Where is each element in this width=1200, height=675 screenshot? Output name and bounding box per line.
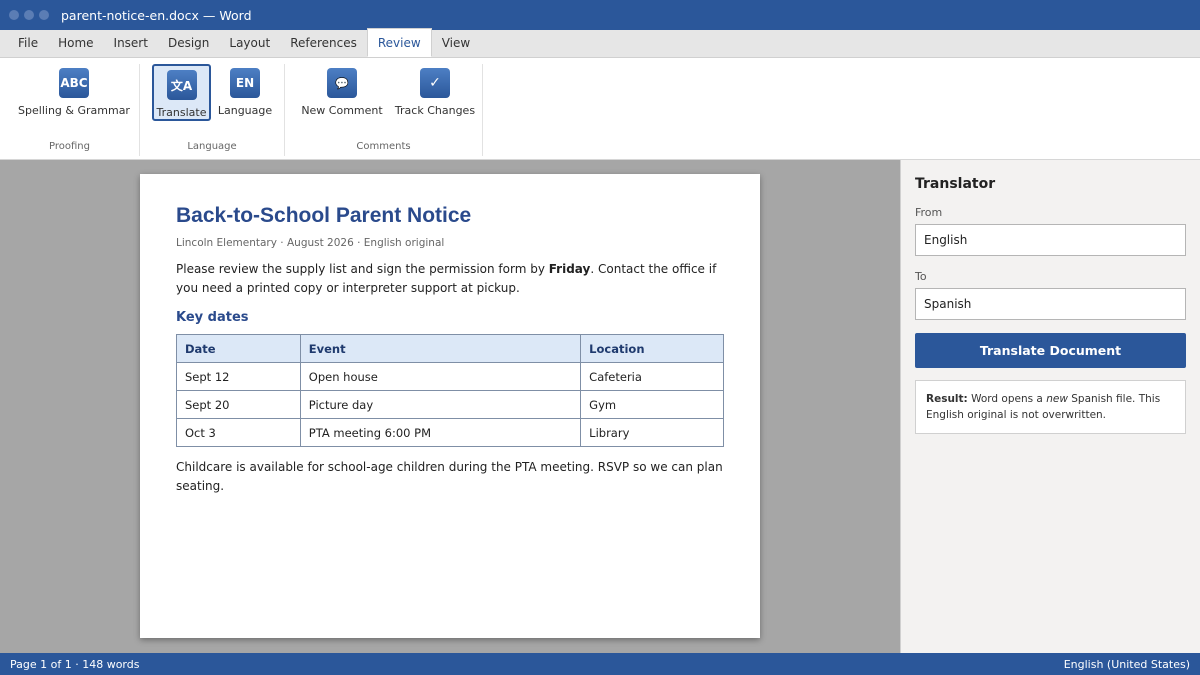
maximize-window-dot[interactable] (39, 10, 49, 20)
table-row: Oct 3 PTA meeting 6:00 PM Library (176, 418, 724, 447)
result-label: Result: (926, 393, 968, 405)
language-group: 文A Translate EN Language Language (140, 64, 285, 156)
to-language-input[interactable] (915, 288, 1186, 320)
language-label: Language (217, 104, 273, 117)
language-group-label: Language (187, 141, 237, 152)
result-emphasis: new (1046, 393, 1068, 405)
table-row: Sept 12 Open house Cafeteria (176, 362, 724, 391)
tab-view[interactable]: View (432, 29, 480, 57)
tab-file[interactable]: File (8, 29, 48, 57)
translate-button[interactable]: 文A Translate (152, 64, 211, 121)
result-text-start: Word opens a (967, 393, 1047, 405)
ribbon-tabs: File Home Insert Design Layout Reference… (0, 28, 1200, 58)
document-title: Back-to-School Parent Notice (176, 204, 472, 227)
comments-group: 💬 New Comment ✓ Track Changes Comments (285, 64, 483, 156)
window-controls[interactable] (9, 10, 49, 20)
header-location: Location (580, 334, 724, 363)
status-bar: Page 1 of 1 · 148 words English (United … (0, 653, 1200, 675)
from-language-input[interactable] (915, 224, 1186, 256)
proofing-group: ABC Spelling & Grammar Proofing (0, 64, 140, 156)
table-cell: PTA meeting 6:00 PM (299, 418, 582, 447)
new-comment-label: New Comment (301, 104, 383, 117)
table-cell: Oct 3 (176, 418, 301, 447)
tab-review[interactable]: Review (366, 28, 432, 57)
close-window-dot[interactable] (9, 10, 19, 20)
translator-pane: Translator From To Translate Document Re… (900, 160, 1200, 653)
table-header-row: Date Event Location (176, 334, 724, 363)
table-cell: Cafeteria (580, 362, 724, 391)
to-label: To (915, 270, 927, 283)
track-changes-button[interactable]: ✓ Track Changes (393, 64, 477, 117)
from-label: From (915, 206, 943, 219)
key-dates-table: Date Event Location Sept 12 Open house C… (176, 334, 724, 447)
comments-group-label: Comments (356, 141, 411, 152)
translate-label: Translate (156, 106, 207, 119)
track-changes-label: Track Changes (394, 104, 476, 117)
header-date: Date (176, 334, 301, 363)
spelling-grammar-label: Spelling & Grammar (18, 104, 130, 117)
spelling-icon: ABC (59, 68, 89, 98)
translate-document-button[interactable]: Translate Document (915, 333, 1186, 368)
proofing-group-label: Proofing (49, 141, 90, 152)
language-icon: EN (230, 68, 260, 98)
new-comment-button[interactable]: 💬 New Comment (301, 64, 383, 117)
table-cell: Open house (299, 362, 582, 391)
tab-layout[interactable]: Layout (219, 29, 280, 57)
intro-paragraph: Please review the supply list and sign t… (176, 260, 724, 298)
table-cell: Picture day (299, 390, 582, 419)
result-note: Result: Word opens a new Spanish file. T… (915, 380, 1186, 434)
comment-icon: 💬 (327, 68, 357, 98)
translate-icon: 文A (166, 70, 197, 100)
table-cell: Gym (580, 390, 724, 419)
deadline-day: Friday (548, 262, 591, 276)
tab-design[interactable]: Design (158, 29, 219, 57)
tab-references[interactable]: References (280, 29, 367, 57)
tab-home[interactable]: Home (48, 29, 103, 57)
intro-text-start: Please review the supply list and sign t… (176, 262, 549, 276)
title-bar: parent-notice-en.docx — Word (0, 0, 1200, 30)
table-cell: Library (580, 418, 724, 447)
table-cell: Sept 12 (176, 362, 301, 391)
checkmark-icon: ✓ (420, 68, 450, 98)
document-meta: Lincoln Elementary · August 2026 · Engli… (176, 237, 445, 249)
spelling-grammar-button[interactable]: ABC Spelling & Grammar (18, 64, 130, 117)
window-title: parent-notice-en.docx — Word (61, 7, 252, 23)
language-button[interactable]: EN Language (218, 64, 272, 117)
document-workspace[interactable]: Back-to-School Parent Notice Lincoln Ele… (0, 160, 900, 653)
childcare-paragraph: Childcare is available for school-age ch… (176, 460, 723, 493)
tab-insert[interactable]: Insert (104, 29, 158, 57)
header-event: Event (299, 334, 582, 363)
table-row: Sept 20 Picture day Gym (176, 390, 724, 419)
minimize-window-dot[interactable] (24, 10, 34, 20)
key-dates-heading: Key dates (176, 310, 249, 325)
translator-title: Translator (915, 176, 996, 192)
word-count-status[interactable]: Page 1 of 1 · 148 words (10, 658, 139, 671)
document-page[interactable]: Back-to-School Parent Notice Lincoln Ele… (140, 174, 760, 638)
table-cell: Sept 20 (176, 390, 301, 419)
ribbon: ABC Spelling & Grammar Proofing 文A Trans… (0, 58, 1200, 160)
language-status[interactable]: English (United States) (1064, 658, 1190, 671)
